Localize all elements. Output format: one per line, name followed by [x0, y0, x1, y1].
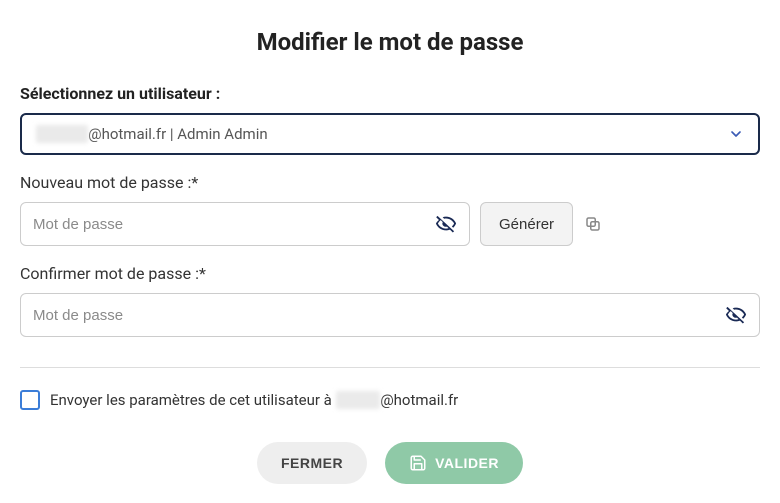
confirm-password-label: Confirmer mot de passe :*	[20, 264, 760, 283]
close-button[interactable]: FERMER	[257, 442, 367, 484]
eye-off-icon[interactable]	[435, 213, 457, 235]
generate-button[interactable]: Générer	[480, 202, 573, 246]
copy-icon[interactable]	[583, 214, 603, 234]
send-params-redacted: xxxxxx	[336, 391, 381, 409]
eye-off-icon[interactable]	[725, 304, 747, 326]
user-select-suffix: @hotmail.fr | Admin Admin	[88, 125, 268, 143]
confirm-password-input[interactable]	[33, 307, 725, 324]
send-params-domain: @hotmail.fr	[380, 391, 458, 409]
new-password-input[interactable]	[33, 216, 435, 233]
user-select-value: xxxxxxx@hotmail.fr | Admin Admin	[36, 125, 268, 143]
validate-button-label: VALIDER	[435, 455, 499, 471]
chevron-down-icon	[728, 126, 744, 142]
user-select-label: Sélectionnez un utilisateur :	[20, 84, 760, 103]
send-params-label-prefix: Envoyer les paramètres de cet utilisateu…	[50, 391, 336, 409]
divider	[20, 367, 760, 368]
page-title: Modifier le mot de passe	[20, 28, 760, 56]
confirm-password-wrap	[20, 293, 760, 337]
user-select[interactable]: xxxxxxx@hotmail.fr | Admin Admin	[20, 113, 760, 155]
new-password-wrap	[20, 202, 470, 246]
new-password-label: Nouveau mot de passe :*	[20, 173, 760, 192]
send-params-label: Envoyer les paramètres de cet utilisateu…	[50, 391, 458, 409]
validate-button[interactable]: VALIDER	[385, 442, 523, 484]
save-icon	[409, 454, 427, 472]
send-params-checkbox[interactable]	[20, 390, 40, 410]
user-select-redacted: xxxxxxx	[36, 125, 88, 143]
